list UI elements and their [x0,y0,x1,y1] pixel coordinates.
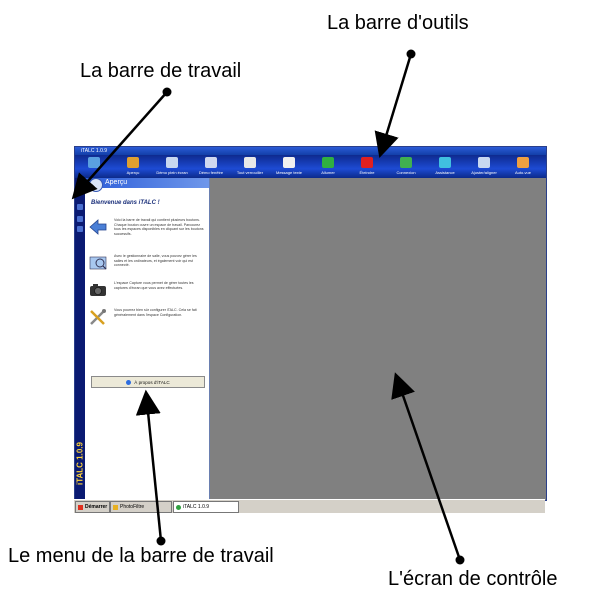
arrow-toolbar [374,49,416,158]
arrow-screen [391,372,465,565]
callout-arrows [71,49,465,565]
arrow-taskbar [71,87,172,200]
arrow-menu [135,389,166,546]
